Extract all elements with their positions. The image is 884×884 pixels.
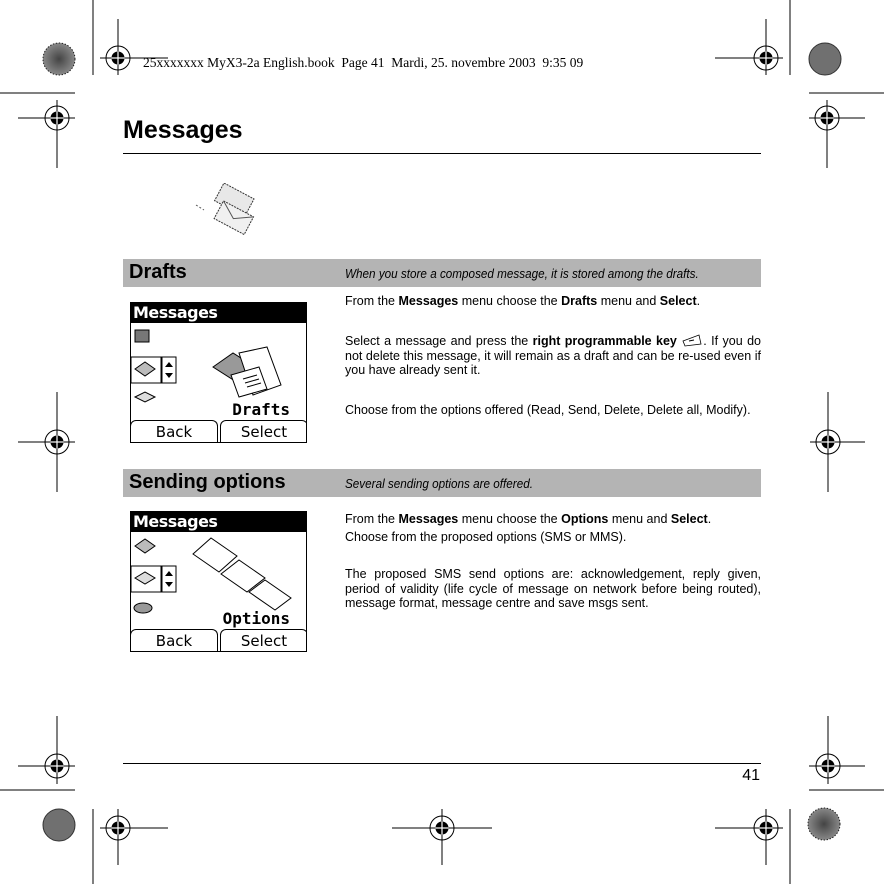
drafts-instruction-2: Select a message and press the right pro… [345,334,761,377]
title-divider [123,153,761,154]
section-title: Sending options [129,471,286,493]
screen-title: Messages [131,303,306,323]
phone-screen-options: Messages Options Back Select [130,511,307,652]
section-title: Drafts [129,261,187,283]
color-target [807,807,841,841]
select-softkey[interactable]: Select [220,420,306,442]
phone-screen-drafts: Messages Drafts Back Select [130,302,307,443]
color-target [808,42,842,76]
screen-title: Messages [131,512,306,532]
back-softkey[interactable]: Back [131,629,218,651]
page-number: 41 [742,767,760,784]
back-softkey[interactable]: Back [131,420,218,442]
color-target [42,808,76,842]
right-softkey-icon [682,334,702,347]
select-softkey[interactable]: Select [220,629,306,651]
screen-menu-label: Drafts [232,400,290,419]
section-header-sending-options: Sending options Several sending options … [123,469,761,497]
drafts-instruction-1: From the Messages menu choose the Drafts… [345,294,701,308]
section-header-drafts: Drafts When you store a composed message… [123,259,761,287]
section-description: When you store a composed message, it is… [345,266,699,281]
options-instruction-2: Choose from the proposed options (SMS or… [345,530,627,544]
color-target [42,42,76,76]
section-description: Several sending options are offered. [345,476,533,491]
footer-divider [123,763,761,764]
page-title: Messages [123,116,243,144]
envelopes-icon [195,183,255,236]
print-header-meta: 25xxxxxxx MyX3-2a English.book Page 41 M… [143,55,584,70]
drafts-instruction-3: Choose from the options offered (Read, S… [345,403,751,417]
screen-menu-label: Options [222,609,290,628]
options-instruction-1: From the Messages menu choose the Option… [345,512,712,526]
options-instruction-3: The proposed SMS send options are: ackno… [345,567,761,610]
